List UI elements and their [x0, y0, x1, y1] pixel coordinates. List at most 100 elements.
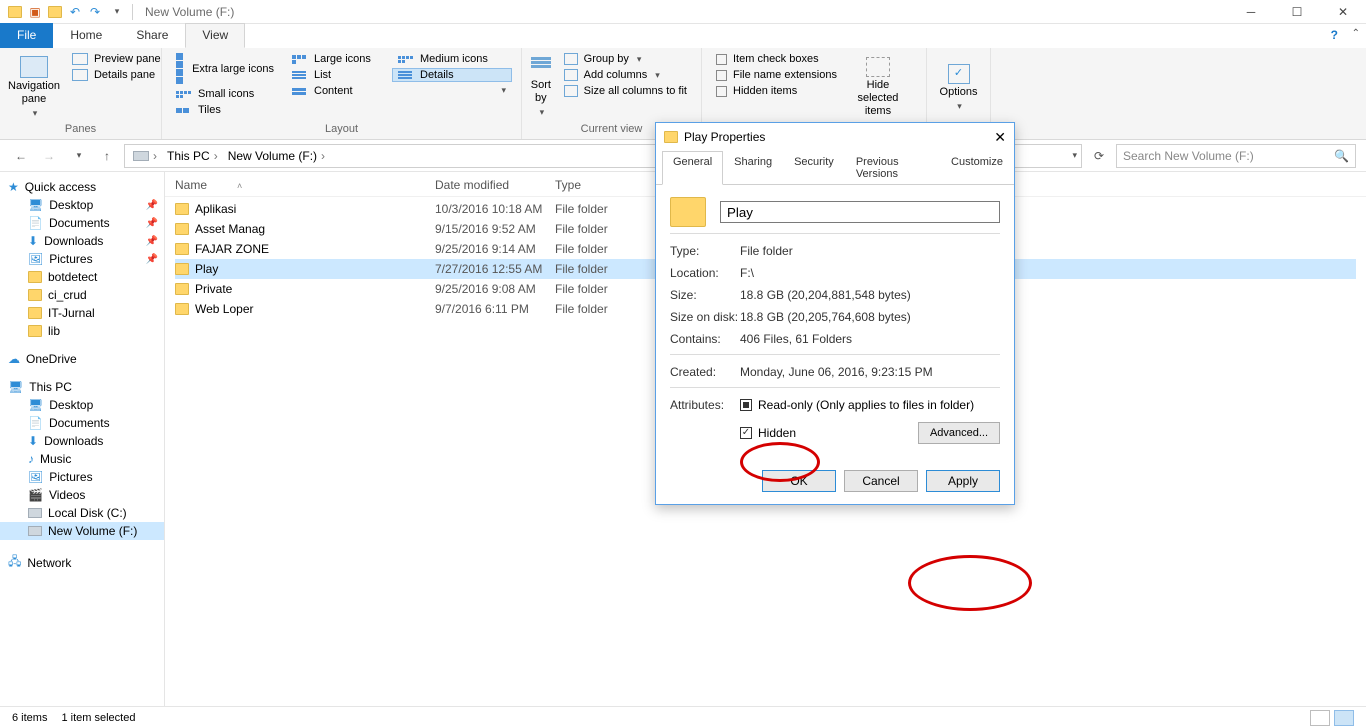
- recent-locations-button[interactable]: ▾: [68, 145, 90, 167]
- tab-share[interactable]: Share: [119, 23, 185, 48]
- view-details-button[interactable]: [1334, 710, 1354, 726]
- sidebar-pictures[interactable]: 🖼Pictures📌: [0, 250, 164, 268]
- dialog-tab-previous[interactable]: Previous Versions: [845, 151, 940, 185]
- sidebar-lib[interactable]: lib: [0, 322, 164, 340]
- advanced-button[interactable]: Advanced...: [918, 422, 1000, 444]
- up-button[interactable]: ↑: [96, 145, 118, 167]
- row-name: Private: [195, 282, 232, 296]
- sidebar-downloads[interactable]: ⬇Downloads📌: [0, 232, 164, 250]
- sidebar-t-documents[interactable]: 📄Documents: [0, 414, 164, 432]
- bc-thispc[interactable]: This PC›: [163, 149, 222, 163]
- sidebar-itjurnal[interactable]: IT-Jurnal: [0, 304, 164, 322]
- dialog-tab-customize[interactable]: Customize: [940, 151, 1014, 185]
- layout-list[interactable]: List: [286, 68, 386, 82]
- tab-view[interactable]: View: [185, 23, 245, 48]
- layout-details[interactable]: Details: [392, 68, 512, 82]
- help-icon[interactable]: ?: [1331, 28, 1338, 42]
- row-name: Asset Manag: [195, 222, 265, 236]
- sidebar-t-desktop[interactable]: 🖥Desktop: [0, 396, 164, 414]
- apply-button[interactable]: Apply: [926, 470, 1000, 492]
- sidebar-newf[interactable]: New Volume (F:): [0, 522, 164, 540]
- layout-content[interactable]: Content: [286, 84, 386, 98]
- prop-sod-value: 18.8 GB (20,205,764,608 bytes): [740, 310, 911, 324]
- cancel-button[interactable]: Cancel: [844, 470, 918, 492]
- col-date[interactable]: Date modified: [435, 178, 555, 192]
- folder-icon: [175, 263, 189, 275]
- bc-drive-icon[interactable]: ›: [129, 149, 161, 163]
- col-name[interactable]: Name˄: [175, 178, 435, 192]
- dialog-tab-security[interactable]: Security: [783, 151, 845, 185]
- layout-more[interactable]: ▾: [392, 84, 512, 97]
- view-large-icons-button[interactable]: [1310, 710, 1330, 726]
- sortby-button[interactable]: Sort by▾: [530, 52, 552, 123]
- sidebar-documents[interactable]: 📄Documents📌: [0, 214, 164, 232]
- hidden-label: Hidden: [758, 426, 796, 440]
- prop-size-value: 18.8 GB (20,204,881,548 bytes): [740, 288, 911, 302]
- item-checkboxes-toggle[interactable]: Item check boxes: [710, 52, 843, 66]
- navigation-pane-button[interactable]: Navigation pane▾: [8, 52, 60, 123]
- details-pane-button[interactable]: Details pane: [66, 68, 167, 82]
- sidebar-quickaccess[interactable]: ★Quick access: [0, 178, 164, 196]
- prop-contains-label: Contains:: [670, 332, 740, 346]
- sidebar-onedrive[interactable]: ☁OneDrive: [0, 350, 164, 368]
- status-selected: 1 item selected: [61, 712, 135, 724]
- layout-medium[interactable]: Medium icons: [392, 52, 512, 66]
- maximize-button[interactable]: ☐: [1274, 0, 1320, 23]
- file-extensions-toggle[interactable]: File name extensions: [710, 68, 843, 82]
- folder-icon: [175, 303, 189, 315]
- dialog-name-input[interactable]: [720, 201, 1000, 223]
- tab-file[interactable]: File: [0, 23, 53, 48]
- qat-newfolder-icon[interactable]: [46, 3, 64, 21]
- dialog-tab-sharing[interactable]: Sharing: [723, 151, 783, 185]
- row-name: Play: [195, 262, 218, 276]
- row-date: 9/25/2016 9:08 AM: [435, 282, 555, 296]
- search-box[interactable]: Search New Volume (F:) 🔍: [1116, 144, 1356, 168]
- preview-pane-button[interactable]: Preview pane: [66, 52, 167, 66]
- layout-tiles[interactable]: Tiles: [170, 103, 280, 117]
- dialog-title-bar[interactable]: Play Properties ✕: [656, 123, 1014, 151]
- sidebar-localc[interactable]: Local Disk (C:): [0, 504, 164, 522]
- hidden-checkbox[interactable]: ✓: [740, 427, 752, 439]
- sidebar-t-downloads[interactable]: ⬇Downloads: [0, 432, 164, 450]
- sidebar-t-videos[interactable]: 🎬Videos: [0, 486, 164, 504]
- sidebar-botdetect[interactable]: botdetect: [0, 268, 164, 286]
- tab-home[interactable]: Home: [53, 23, 119, 48]
- layout-small[interactable]: Small icons: [170, 87, 280, 101]
- options-button[interactable]: ✓ Options▾: [935, 52, 982, 123]
- qat-redo-icon[interactable]: ↷: [86, 3, 104, 21]
- collapse-ribbon-icon[interactable]: ⌃: [1352, 28, 1360, 39]
- groupby-button[interactable]: Group by▾: [558, 52, 693, 66]
- sizefit-button[interactable]: Size all columns to fit: [558, 84, 693, 98]
- forward-button[interactable]: →: [38, 145, 60, 167]
- row-name: Web Loper: [195, 302, 253, 316]
- bc-drive[interactable]: New Volume (F:)›: [224, 149, 329, 163]
- layout-large[interactable]: Large icons: [286, 52, 386, 66]
- qat-undo-icon[interactable]: ↶: [66, 3, 84, 21]
- sidebar-thispc[interactable]: 🖥This PC: [0, 378, 164, 396]
- hide-selected-button[interactable]: Hide selected items: [849, 52, 907, 123]
- row-date: 9/7/2016 6:11 PM: [435, 302, 555, 316]
- sidebar-desktop[interactable]: 🖥Desktop📌: [0, 196, 164, 214]
- sidebar-network[interactable]: 🖧Network: [0, 550, 164, 575]
- minimize-button[interactable]: ─: [1228, 0, 1274, 23]
- refresh-button[interactable]: ⟳: [1088, 145, 1110, 167]
- prop-created-value: Monday, June 06, 2016, 9:23:15 PM: [740, 365, 933, 379]
- dialog-tab-general[interactable]: General: [662, 151, 723, 185]
- properties-dialog: Play Properties ✕ General Sharing Securi…: [655, 122, 1015, 505]
- readonly-checkbox[interactable]: [740, 399, 752, 411]
- sidebar-t-music[interactable]: ♪Music: [0, 450, 164, 468]
- bc-history-icon[interactable]: ▾: [1072, 150, 1077, 161]
- layout-xl[interactable]: Extra large icons: [170, 52, 280, 85]
- qat-dropdown-icon[interactable]: ▾: [108, 3, 126, 21]
- back-button[interactable]: ←: [10, 145, 32, 167]
- qat-properties-icon[interactable]: ▣: [26, 3, 44, 21]
- addcolumns-button[interactable]: Add columns▾: [558, 68, 693, 82]
- sidebar-cicrud[interactable]: ci_crud: [0, 286, 164, 304]
- prop-location-label: Location:: [670, 266, 740, 280]
- dialog-close-button[interactable]: ✕: [994, 129, 1006, 146]
- prop-attributes-label: Attributes:: [670, 398, 740, 412]
- hidden-items-toggle[interactable]: Hidden items: [710, 84, 843, 98]
- sidebar-t-pictures[interactable]: 🖼Pictures: [0, 468, 164, 486]
- close-button[interactable]: ✕: [1320, 0, 1366, 23]
- prop-created-label: Created:: [670, 365, 740, 379]
